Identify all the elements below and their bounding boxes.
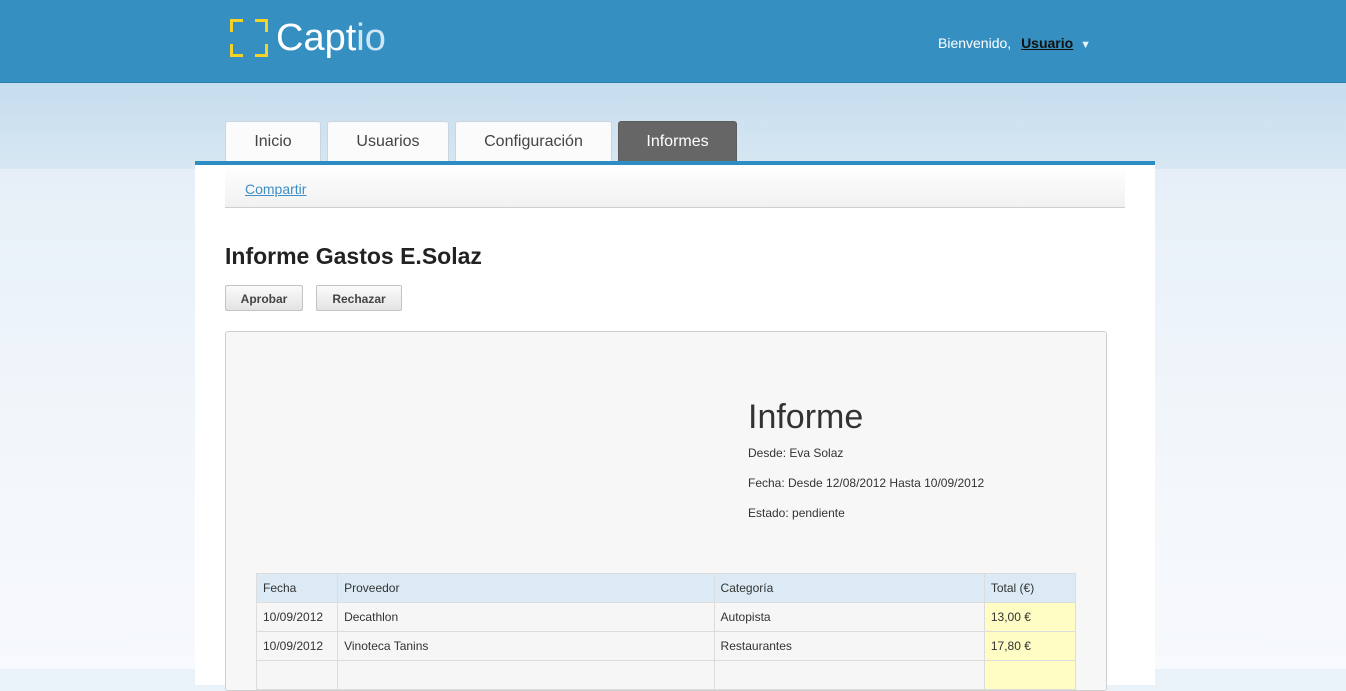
page-title: Informe Gastos E.Solaz bbox=[225, 243, 482, 269]
table-row[interactable]: 10/09/2012 Decathlon Autopista 13,00 € bbox=[255, 602, 1077, 632]
report-title: Informe bbox=[748, 398, 864, 436]
column-header-proveedor[interactable]: Proveedor bbox=[337, 573, 715, 603]
tab-informes[interactable]: Informes bbox=[618, 121, 737, 161]
captio-logo[interactable]: Captio bbox=[228, 16, 386, 60]
logo-text: Captio bbox=[276, 17, 386, 59]
report-date-range: Fecha: Desde 12/08/2012 Hasta 10/09/2012 bbox=[748, 476, 985, 490]
top-bar bbox=[0, 0, 1346, 83]
table-row[interactable]: 10/09/2012 Vinoteca Tanins Restaurantes … bbox=[255, 631, 1077, 661]
cell-proveedor: Vinoteca Tanins bbox=[337, 631, 715, 661]
column-header-categoria[interactable]: Categoría bbox=[713, 573, 985, 603]
cell-proveedor: Decathlon bbox=[337, 602, 715, 632]
sub-navigation: Compartir bbox=[225, 165, 1125, 208]
cell-fecha: 10/09/2012 bbox=[255, 631, 339, 661]
cell-total: 13,00 € bbox=[983, 602, 1077, 632]
expenses-table: Fecha Proveedor Categoría Total (€) 10/0… bbox=[255, 573, 1077, 690]
cell-categoria bbox=[713, 660, 985, 690]
cell-total: 17,80 € bbox=[983, 631, 1077, 661]
share-link[interactable]: Compartir bbox=[245, 181, 306, 197]
column-header-fecha[interactable]: Fecha bbox=[255, 573, 339, 603]
cell-fecha: 10/09/2012 bbox=[255, 602, 339, 632]
cell-total bbox=[983, 660, 1077, 690]
report-status: Estado: pendiente bbox=[748, 506, 845, 520]
chevron-down-icon[interactable]: ▼ bbox=[1080, 39, 1091, 51]
report-from: Desde: Eva Solaz bbox=[748, 446, 844, 460]
cell-proveedor bbox=[337, 660, 715, 690]
reject-button[interactable]: Rechazar bbox=[316, 285, 402, 311]
logo-corners-icon bbox=[228, 17, 270, 59]
table-row[interactable] bbox=[255, 660, 1077, 690]
cell-categoria: Restaurantes bbox=[713, 631, 985, 661]
tab-usuarios[interactable]: Usuarios bbox=[327, 121, 449, 161]
report-preview: Informe Desde: Eva Solaz Fecha: Desde 12… bbox=[225, 331, 1107, 691]
column-header-total[interactable]: Total (€) bbox=[983, 573, 1077, 603]
user-menu[interactable]: Usuario bbox=[1021, 35, 1073, 51]
cell-fecha bbox=[255, 660, 339, 690]
approve-button[interactable]: Aprobar bbox=[225, 285, 303, 311]
cell-categoria: Autopista bbox=[713, 602, 985, 632]
main-panel: Compartir Informe Gastos E.Solaz Aprobar… bbox=[195, 161, 1155, 691]
main-tabs: Inicio Usuarios Configuración Informes bbox=[225, 121, 743, 161]
tab-inicio[interactable]: Inicio bbox=[225, 121, 321, 161]
tab-configuracion[interactable]: Configuración bbox=[455, 121, 612, 161]
table-header-row: Fecha Proveedor Categoría Total (€) bbox=[255, 573, 1077, 603]
welcome-area: Bienvenido, Usuario ▼ bbox=[938, 35, 1091, 51]
welcome-text: Bienvenido, bbox=[938, 35, 1012, 51]
